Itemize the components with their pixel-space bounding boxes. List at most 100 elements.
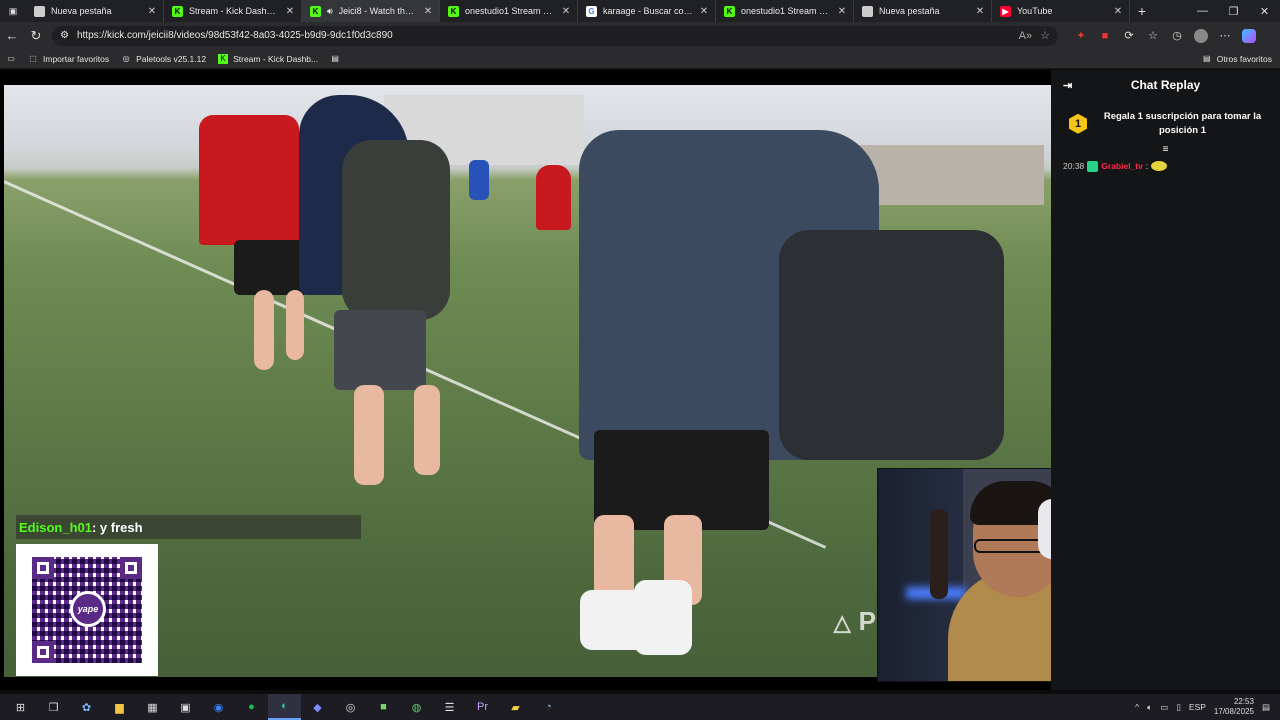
person-shorts	[334, 310, 426, 390]
address-toolbar: ← ↻ ⚙ https://kick.com/jeicii8/videos/98…	[0, 22, 1280, 49]
battery-icon[interactable]: ▯	[1176, 702, 1181, 713]
player-red-shirt	[199, 115, 299, 245]
minimize-icon[interactable]: —	[1187, 5, 1218, 18]
tab-close-icon[interactable]: ✕	[837, 6, 847, 17]
triangle-logo-icon: △	[833, 610, 851, 635]
tab-close-icon[interactable]: ✕	[699, 6, 709, 17]
mixer-icon[interactable]: ☰	[433, 694, 466, 720]
tab-title: onestudio1 Stream - Watch	[465, 6, 555, 16]
tab-close-icon[interactable]: ✕	[285, 6, 295, 17]
tab-6[interactable]: Nueva pestaña ✕	[854, 0, 992, 22]
spotify-icon[interactable]: ●	[235, 694, 268, 720]
bookmark-paletools[interactable]: ◎ Paletools v25.1.12	[121, 54, 206, 64]
collapse-chat-icon[interactable]: ⇥	[1063, 79, 1083, 92]
chat-header: ⇥ Chat Replay	[1051, 70, 1280, 100]
file-explorer-icon[interactable]: ▆	[103, 694, 136, 720]
background-player	[469, 160, 489, 200]
network-icon[interactable]: ▭	[1160, 702, 1168, 713]
reload-icon[interactable]: ↻	[24, 28, 48, 44]
edge-dev-icon[interactable]: ◉	[202, 694, 235, 720]
edge-icon[interactable]: ◐	[268, 694, 301, 720]
tab-4[interactable]: Gkaraage - Buscar con Google ✕	[578, 0, 716, 22]
message-username[interactable]: Grabiel_tv	[1101, 161, 1143, 171]
yape-qr-code: yape	[16, 544, 158, 676]
bookmark-import[interactable]: ⬚ Importar favoritos	[28, 54, 109, 64]
overlay-chat-text: : y fresh	[91, 519, 143, 535]
overlay-chat-user: Edison_h01	[19, 519, 92, 535]
discord-icon[interactable]: ◆	[301, 694, 334, 720]
volume-icon[interactable]: 🔈︎	[1147, 702, 1152, 713]
person-leg	[414, 385, 440, 475]
favorite-star-icon[interactable]: ☆	[1040, 29, 1050, 42]
extension-red-icon[interactable]: ✦	[1074, 29, 1088, 43]
input-language[interactable]: ESP	[1189, 702, 1206, 712]
more-menu-icon[interactable]: ⋯	[1218, 29, 1232, 43]
restore-icon[interactable]: ❐	[1218, 5, 1249, 18]
clock[interactable]: 22:53 17/08/2025	[1214, 697, 1254, 716]
sticky-notes-icon[interactable]: ▰	[499, 694, 532, 720]
folder-icon[interactable]: ▤	[330, 54, 340, 64]
main-shoe	[634, 580, 692, 655]
url-text[interactable]: https://kick.com/jeicii8/videos/98d53f42…	[77, 30, 1011, 41]
player-leg	[254, 290, 274, 370]
greenshot-icon[interactable]: ■	[367, 694, 400, 720]
other-bookmarks[interactable]: ▤ Otros favoritos	[1202, 54, 1272, 64]
copilot-icon[interactable]	[1242, 28, 1256, 43]
tab-close-icon[interactable]: ✕	[975, 6, 985, 17]
show-hidden-icons-icon[interactable]: ^	[1135, 702, 1139, 712]
watermark-text: P	[858, 606, 876, 636]
extensions-icon[interactable]: ⟳	[1122, 29, 1136, 43]
tab-close-icon[interactable]: ✕	[147, 6, 157, 17]
read-aloud-icon[interactable]: A»	[1019, 30, 1032, 42]
tab-title: Nueva pestaña	[879, 6, 940, 16]
new-tab-button[interactable]: +	[1130, 3, 1154, 19]
tab-0[interactable]: Nueva pestaña ✕	[26, 0, 164, 22]
message-separator: :	[1145, 161, 1149, 172]
expand-pinned-icon[interactable]: ≡	[1051, 144, 1280, 155]
history-icon[interactable]: ◷	[1170, 29, 1184, 43]
taskbar: ⊞ ❒ ✿ ▆ ▦ ▣ ◉ ● ◐ ◆ ◎ ■ ◍ ☰ Pr ▰ ◔ ^ 🔈︎ …	[0, 694, 1280, 720]
youtube-icon: ▶	[1000, 5, 1011, 17]
address-bar[interactable]: ⚙ https://kick.com/jeicii8/videos/98d53f…	[52, 25, 1058, 46]
tab-list: Nueva pestaña✕KStream - Kick Dashboard✕K…	[26, 0, 1130, 22]
profile-avatar[interactable]	[1194, 28, 1208, 43]
back-icon[interactable]: ←	[0, 28, 24, 43]
tab-close-icon[interactable]: ✕	[561, 6, 571, 17]
obs-icon[interactable]: ◎	[334, 694, 367, 720]
windows-start-icon[interactable]: ⊞	[4, 694, 37, 720]
tab-close-icon[interactable]: ✕	[423, 6, 433, 17]
webcam-overlay	[877, 468, 1051, 682]
xbox-icon[interactable]: ◍	[400, 694, 433, 720]
calculator-icon[interactable]: ▦	[136, 694, 169, 720]
player-leg	[286, 290, 304, 360]
collections-icon[interactable]: ▭	[6, 54, 16, 64]
steam-icon[interactable]: ◔	[532, 694, 565, 720]
tab-1[interactable]: K Stream - Kick Dashboard ✕	[164, 0, 302, 22]
tab-3[interactable]: Konestudio1 Stream - Watch ✕	[440, 0, 578, 22]
globe-icon: ◎	[122, 54, 130, 63]
pinned-gift-banner[interactable]: 1 Regala 1 suscripción para tomar la pos…	[1051, 100, 1280, 142]
tab-close-icon[interactable]: ✕	[1113, 6, 1123, 17]
folder-icon: ▤	[1202, 54, 1211, 63]
audio-playing-icon[interactable]: 🔊︎	[327, 6, 333, 17]
premiere-pro-icon[interactable]: Pr	[466, 694, 499, 720]
extension-badge-icon[interactable]: ■	[1098, 29, 1112, 43]
bookmark-label: Importar favoritos	[43, 53, 110, 64]
app-icon[interactable]: ▣	[169, 694, 202, 720]
site-info-icon[interactable]: ⚙	[60, 30, 69, 41]
video-player[interactable]: △ P Edison_h01 : y fresh yape	[0, 70, 1051, 690]
bookmark-kick-dashboard[interactable]: K Stream - Kick Dashb...	[218, 53, 319, 64]
headset-icon	[1038, 499, 1051, 559]
bookmark-label: Stream - Kick Dashb...	[233, 53, 319, 64]
tab-7[interactable]: ▶ YouTube ✕	[992, 0, 1130, 22]
copilot-taskbar-icon[interactable]: ✿	[70, 694, 103, 720]
close-window-icon[interactable]: ✕	[1249, 5, 1280, 18]
tab-actions-icon[interactable]: ▣	[0, 0, 26, 22]
favorites-icon[interactable]: ☆	[1146, 29, 1160, 43]
notifications-icon[interactable]: ▤	[1262, 702, 1270, 713]
bookmark-label: Paletools v25.1.12	[136, 53, 207, 64]
tab-2[interactable]: K 🔊︎ Jeici8 - Watch the VOD ✕	[302, 0, 440, 22]
task-view-icon[interactable]: ❒	[37, 694, 70, 720]
qr-finder	[32, 557, 54, 579]
tab-5[interactable]: Konestudio1 Stream - Watch ✕	[716, 0, 854, 22]
